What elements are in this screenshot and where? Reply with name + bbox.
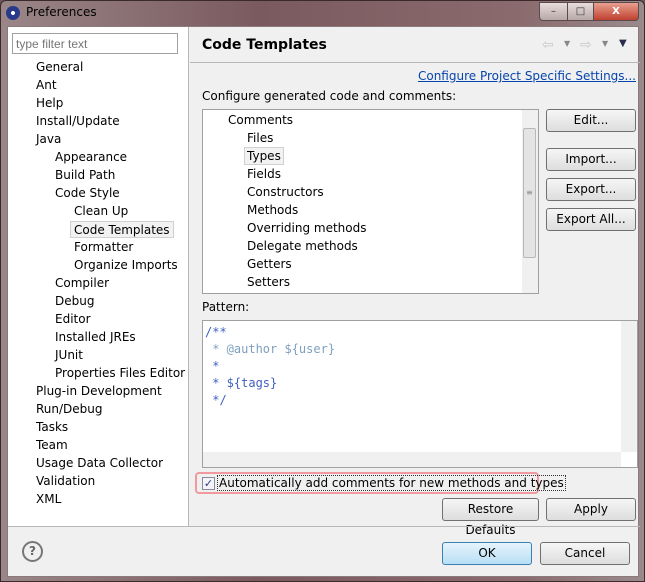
tree-item[interactable]: Types [244, 147, 284, 165]
tree-item[interactable]: Constructors [247, 183, 324, 201]
back-icon[interactable]: ⇦ [542, 37, 554, 53]
window-title: Preferences [26, 5, 97, 19]
vertical-scrollbar[interactable]: ≡ [522, 110, 538, 293]
sidebar-item[interactable]: Compiler [55, 275, 109, 292]
sidebar-item[interactable]: Properties Files Editor [55, 365, 185, 382]
forward-icon[interactable]: ⇨ [580, 37, 592, 53]
apply-button[interactable]: Apply [546, 498, 636, 521]
sidebar-item[interactable]: JUnit [55, 347, 83, 364]
sidebar-item[interactable]: Plug-in Development [36, 383, 162, 400]
export-all-button[interactable]: Export All... [546, 208, 636, 231]
forward-dropdown-icon[interactable]: ▼ [602, 39, 608, 48]
pattern-line: /** [205, 325, 227, 339]
tree-item[interactable]: Methods [247, 201, 298, 219]
sidebar-item[interactable]: XML [36, 491, 61, 508]
configure-project-settings-link[interactable]: Configure Project Specific Settings... [418, 69, 636, 83]
tree-item[interactable]: Overriding methods [247, 219, 367, 237]
pattern-vertical-scrollbar[interactable] [621, 321, 637, 452]
pattern-editor[interactable]: /** * @author ${user} * * ${tags} */ [202, 320, 638, 468]
sidebar-item[interactable]: Debug [55, 293, 94, 310]
view-menu-icon[interactable]: ▼ [619, 38, 627, 49]
templates-label: Configure generated code and comments: [202, 89, 457, 103]
tree-item-comments[interactable]: Comments [228, 111, 293, 129]
pattern-line: */ [205, 393, 227, 407]
pattern-label: Pattern: [202, 300, 250, 314]
sidebar-item[interactable]: Clean Up [74, 203, 128, 220]
ok-button[interactable]: OK [442, 542, 532, 565]
pattern-horizontal-scrollbar[interactable] [203, 452, 621, 467]
sidebar-item[interactable]: Editor [55, 311, 91, 328]
tree-item[interactable]: Files [247, 129, 273, 147]
footer-separator [8, 526, 640, 527]
title-separator [190, 62, 640, 63]
pattern-line: * ${tags} [205, 376, 278, 390]
import-button[interactable]: Import... [546, 148, 636, 171]
title-bar: Preferences – □ X [1, 1, 644, 26]
page-title: Code Templates [202, 37, 327, 53]
sidebar-item[interactable]: General [36, 59, 83, 76]
sidebar-item[interactable]: Install/Update [36, 113, 120, 130]
sidebar-item[interactable]: Java [36, 131, 61, 148]
filter-input[interactable] [12, 33, 178, 54]
edit-button[interactable]: Edit... [546, 109, 636, 132]
sidebar-item[interactable]: Ant [36, 77, 57, 94]
sidebar-item[interactable]: Team [36, 437, 68, 454]
tree-item[interactable]: Getters [247, 255, 292, 273]
sidebar-item[interactable]: Validation [36, 473, 95, 490]
sidebar-item[interactable]: Code Templates [70, 221, 174, 238]
pattern-line: * [205, 359, 220, 373]
minimize-button[interactable]: – [539, 2, 568, 21]
restore-defaults-button[interactable]: Restore Defaults [442, 498, 539, 537]
sidebar-item[interactable]: Installed JREs [55, 329, 136, 346]
tree-item[interactable]: Setters [247, 273, 290, 291]
sidebar-item[interactable]: Run/Debug [36, 401, 103, 418]
eclipse-icon [6, 6, 20, 20]
maximize-button[interactable]: □ [567, 2, 594, 21]
help-icon[interactable]: ? [22, 541, 43, 562]
sidebar-item[interactable]: Code Style [55, 185, 120, 202]
export-button[interactable]: Export... [546, 178, 636, 201]
sidebar-item[interactable]: Help [36, 95, 63, 112]
preferences-window: Preferences – □ X GeneralAntHelpInstall/… [0, 0, 645, 582]
sidebar-item[interactable]: Appearance [55, 149, 127, 166]
sidebar: GeneralAntHelpInstall/UpdateJavaAppearan… [8, 27, 189, 527]
pattern-line: * @author ${user} [205, 342, 336, 356]
auto-comment-label[interactable]: Automatically add comments for new metho… [217, 475, 566, 491]
cancel-button[interactable]: Cancel [540, 542, 630, 565]
dialog-body: GeneralAntHelpInstall/UpdateJavaAppearan… [7, 26, 640, 577]
tree-item[interactable]: Delegate methods [247, 237, 358, 255]
sidebar-item[interactable]: Usage Data Collector [36, 455, 163, 472]
close-button[interactable]: X [593, 2, 639, 21]
sidebar-item[interactable]: Formatter [74, 239, 133, 256]
sidebar-item[interactable]: Tasks [36, 419, 68, 436]
templates-tree[interactable]: Comments Files Types Fields Constructors Meth… [202, 109, 539, 294]
sidebar-item[interactable]: Organize Imports [74, 257, 178, 274]
sidebar-item[interactable]: Build Path [55, 167, 115, 184]
back-dropdown-icon[interactable]: ▼ [564, 39, 570, 48]
auto-comment-checkbox[interactable]: ✓ [202, 477, 215, 490]
tree-item[interactable]: Fields [247, 165, 281, 183]
